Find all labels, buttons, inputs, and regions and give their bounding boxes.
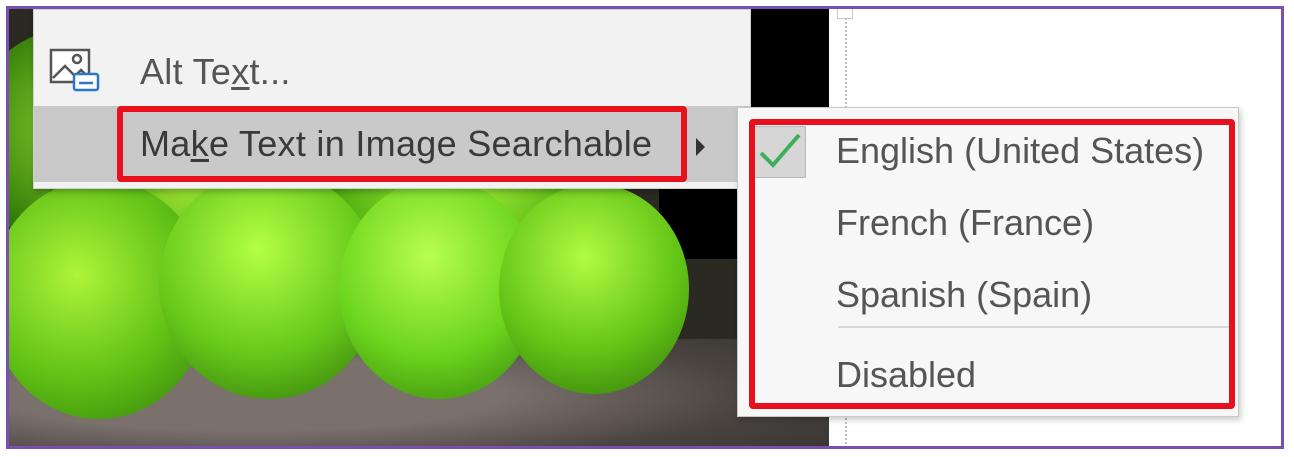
submenu-arrow-icon [696,138,705,156]
screenshot-frame: Alt Text... Make Text in Image Searchabl… [6,6,1284,449]
menu-item-alt-text[interactable]: Alt Text... [34,34,750,110]
highlight-box-submenu [749,119,1235,409]
ruler-handle[interactable] [837,9,853,19]
alt-text-label: Alt Text... [140,51,291,92]
highlight-box-make-searchable [117,106,687,182]
alt-text-icon [48,46,102,94]
context-menu: Alt Text... Make Text in Image Searchabl… [33,9,751,189]
